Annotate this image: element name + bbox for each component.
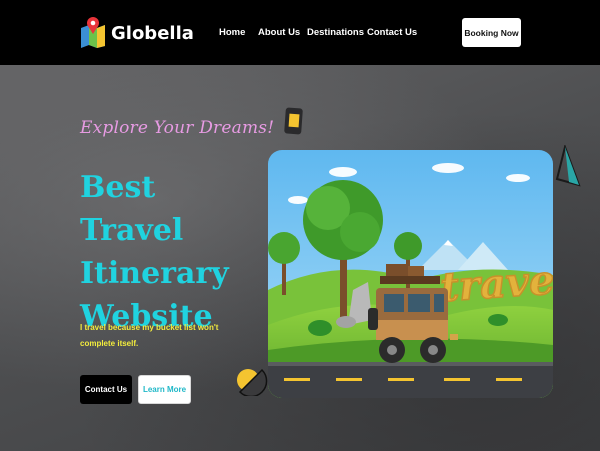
brand-name: Globella <box>111 23 194 44</box>
site-header: Globella Home About Us Destinations Cont… <box>0 0 600 65</box>
nav-item-home[interactable]: Home <box>219 27 245 38</box>
map-pin-icon <box>81 17 105 48</box>
floating-square-icon <box>284 107 303 135</box>
travel-scene-image: travel <box>268 150 553 398</box>
hero-title: Best Travel Itinerary Website <box>80 170 229 334</box>
nav-item-contact-us[interactable]: Contact Us <box>367 27 417 38</box>
booking-now-button[interactable]: Booking Now <box>462 18 521 47</box>
contact-us-button[interactable]: Contact Us <box>80 375 132 404</box>
half-circle-icon <box>237 368 268 396</box>
nav-item-destinations[interactable]: Destinations <box>307 27 364 38</box>
learn-more-button[interactable]: Learn More <box>138 375 191 404</box>
travel-word-sign: travel <box>439 255 553 311</box>
hero-description: I travel because my bucket list won't co… <box>80 323 219 348</box>
hero-tagline: Explore Your Dreams! <box>80 118 275 138</box>
travel-illustration: travel <box>268 150 553 398</box>
brand-logo[interactable]: Globella <box>80 14 194 52</box>
triangle-icon <box>555 145 581 187</box>
nav-item-about-us[interactable]: About Us <box>258 27 300 38</box>
